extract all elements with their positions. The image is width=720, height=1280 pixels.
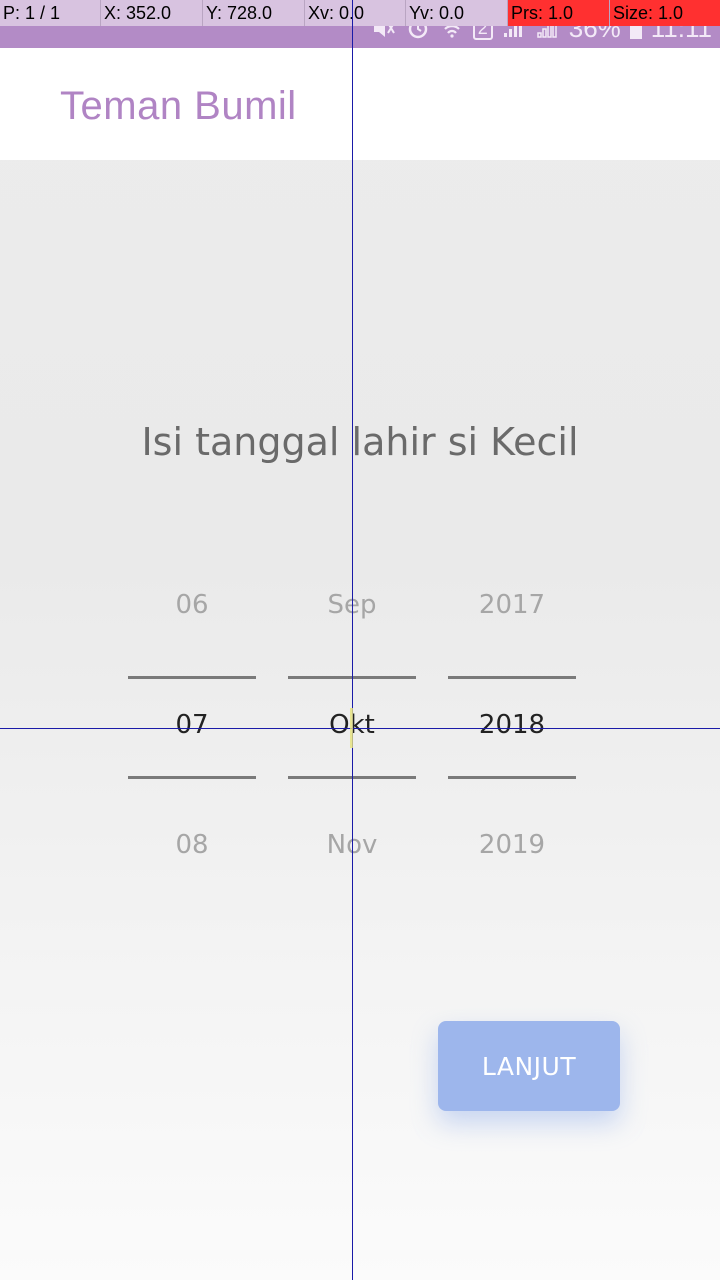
day-divider-bottom [128,776,256,779]
day-picker[interactable]: 06 07 08 [128,580,256,880]
year-divider-top [448,676,576,679]
debug-size: Size: 1.0 [610,0,720,26]
pointer-debug-bar: P: 1 / 1 X: 352.0 Y: 728.0 Xv: 0.0 Yv: 0… [0,0,720,26]
pointer-crosshair-horizontal [0,728,720,729]
app-bar: Teman Bumil [0,48,720,160]
debug-pointer-count: P: 1 / 1 [0,0,101,26]
year-divider-bottom [448,776,576,779]
day-next-option[interactable]: 08 [128,830,256,860]
year-picker[interactable]: 2017 2018 2019 [448,580,576,880]
next-button[interactable]: LANJUT [438,1021,620,1111]
day-selected-option[interactable]: 07 [128,710,256,740]
debug-xv: Xv: 0.0 [305,0,406,26]
debug-pressure: Prs: 1.0 [508,0,610,26]
year-prev-option[interactable]: 2017 [448,590,576,620]
year-next-option[interactable]: 2019 [448,830,576,860]
app-title: Teman Bumil [60,84,297,128]
debug-y: Y: 728.0 [203,0,305,26]
touch-trace [350,708,353,748]
day-divider-top [128,676,256,679]
debug-x: X: 352.0 [101,0,203,26]
year-selected-option[interactable]: 2018 [448,710,576,740]
debug-yv: Yv: 0.0 [406,0,508,26]
pointer-crosshair-vertical [352,0,353,1280]
day-prev-option[interactable]: 06 [128,590,256,620]
page-heading: Isi tanggal lahir si Kecil [141,420,579,464]
